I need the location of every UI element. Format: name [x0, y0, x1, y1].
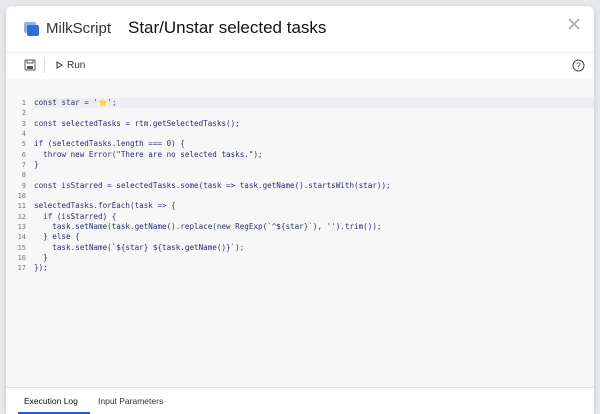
code-editor[interactable]: 1 2 3 4 5 6 7 8 9 10 11 12 13 14 15 16 1…: [6, 79, 594, 387]
line-number: 4: [21, 130, 26, 138]
svg-text:?: ?: [576, 61, 581, 70]
page-title: Star/Unstar selected tasks: [128, 18, 327, 37]
line-number-gutter: 1 2 3 4 5 6 7 8 9 10 11 12 13 14 15 16 1…: [6, 79, 34, 387]
toolbar: Run ?: [6, 52, 594, 80]
line-number: 3: [21, 119, 26, 128]
line-number: 15: [17, 243, 26, 252]
code-line: task.setName(`${star} ${task.getName()}`…: [34, 242, 245, 252]
code-line: throw new Error("There are no selected t…: [34, 149, 263, 159]
code-line: }: [34, 160, 39, 169]
save-icon[interactable]: [24, 59, 36, 71]
code-line: if (selectedTasks.length === 0) {: [34, 139, 185, 149]
run-label: Run: [67, 59, 86, 71]
line-number: 7: [21, 161, 26, 169]
milkscript-logo-icon: [24, 22, 39, 36]
code-area[interactable]: const star = '⭐'; const selectedTasks = …: [34, 79, 594, 387]
code-line: task.setName(task.getName().replace(new …: [34, 222, 382, 231]
code-line: });: [34, 263, 48, 273]
line-number: 17: [17, 264, 26, 273]
line-number: 6: [21, 150, 26, 159]
run-button[interactable]: Run: [56, 57, 85, 73]
bottom-panel-tabs: Execution Log Input Parameters: [6, 387, 594, 414]
line-number: 12: [17, 212, 26, 221]
brand-name: MilkScript: [46, 20, 112, 37]
line-number: 13: [17, 223, 26, 231]
line-number: 16: [17, 254, 26, 262]
code-line: const isStarred = selectedTasks.some(tas…: [34, 180, 391, 190]
code-line: }: [34, 253, 48, 262]
toolbar-divider: [44, 58, 45, 73]
code-line: if (isStarred) {: [34, 211, 117, 221]
line-number: 1: [21, 99, 26, 107]
line-number: 8: [21, 171, 26, 180]
script-dialog: MilkScript Star/Unstar selected tasks Ru…: [6, 6, 594, 414]
tab-execution-log[interactable]: Execution Log: [24, 396, 78, 406]
line-number: 9: [21, 181, 26, 190]
code-line: } else {: [34, 232, 80, 242]
line-number: 10: [17, 192, 26, 200]
code-line: const star = '⭐';: [34, 98, 594, 109]
help-icon[interactable]: ?: [572, 59, 585, 72]
line-number: 2: [21, 109, 26, 118]
play-icon: [56, 61, 63, 69]
code-line: selectedTasks.forEach(task => {: [34, 201, 176, 211]
line-number: 11: [17, 202, 26, 211]
close-icon[interactable]: [566, 16, 582, 32]
tab-input-parameters[interactable]: Input Parameters: [98, 396, 163, 406]
line-number: 14: [17, 233, 26, 242]
dialog-header: MilkScript Star/Unstar selected tasks: [6, 6, 594, 52]
code-line: const selectedTasks = rtm.getSelectedTas…: [34, 118, 240, 128]
line-number: 5: [21, 140, 26, 149]
